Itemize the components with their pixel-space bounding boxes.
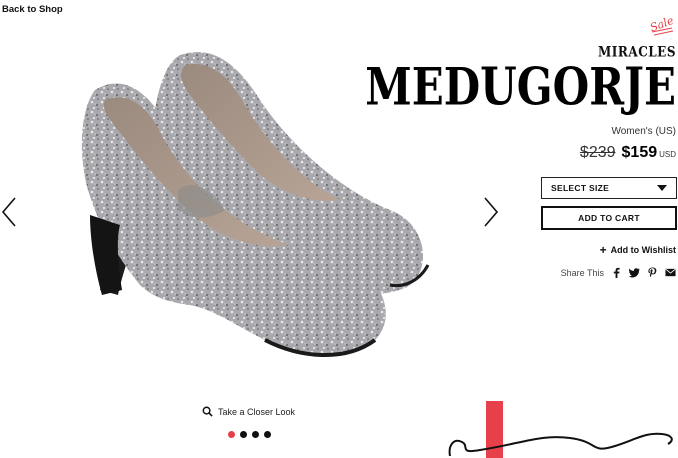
wishlist-label: Add to Wishlist xyxy=(610,245,676,255)
sale-price: $159 xyxy=(621,144,658,161)
back-to-shop-link[interactable]: Back to Shop xyxy=(2,4,63,15)
gallery-dot[interactable] xyxy=(264,431,271,438)
sale-badge: Sale xyxy=(646,10,676,40)
chevron-right-icon[interactable] xyxy=(480,195,500,229)
twitter-icon[interactable] xyxy=(629,267,640,278)
share-label: Share This xyxy=(560,267,604,278)
add-to-cart-button[interactable]: ADD TO CART xyxy=(541,206,677,230)
search-icon xyxy=(202,406,213,417)
size-select[interactable]: SELECT SIZE xyxy=(541,177,677,199)
chevron-down-icon xyxy=(657,185,667,191)
currency-label: USD xyxy=(659,150,676,159)
gallery-pagination xyxy=(228,431,271,438)
plus-icon: + xyxy=(599,243,607,257)
product-title: MEDUGORJE xyxy=(365,57,676,117)
pinterest-icon[interactable] xyxy=(647,267,658,278)
closer-look-button[interactable]: Take a Closer Look xyxy=(202,406,295,417)
original-price: $239 xyxy=(579,144,616,161)
facebook-icon[interactable] xyxy=(611,267,622,278)
size-select-label: SELECT SIZE xyxy=(551,183,610,193)
price-block: $239 $159 USD xyxy=(580,144,676,162)
closer-look-label: Take a Closer Look xyxy=(218,406,296,417)
gallery-dot[interactable] xyxy=(240,431,247,438)
share-bar: Share This xyxy=(561,267,676,278)
gallery-dot[interactable] xyxy=(252,431,259,438)
decorative-swirl xyxy=(448,432,673,457)
product-gender: Women's (US) xyxy=(611,126,676,137)
add-to-wishlist-button[interactable]: + Add to Wishlist xyxy=(600,244,676,256)
email-icon[interactable] xyxy=(665,267,676,278)
gallery-dot[interactable] xyxy=(228,431,235,438)
chevron-left-icon[interactable] xyxy=(0,195,20,229)
